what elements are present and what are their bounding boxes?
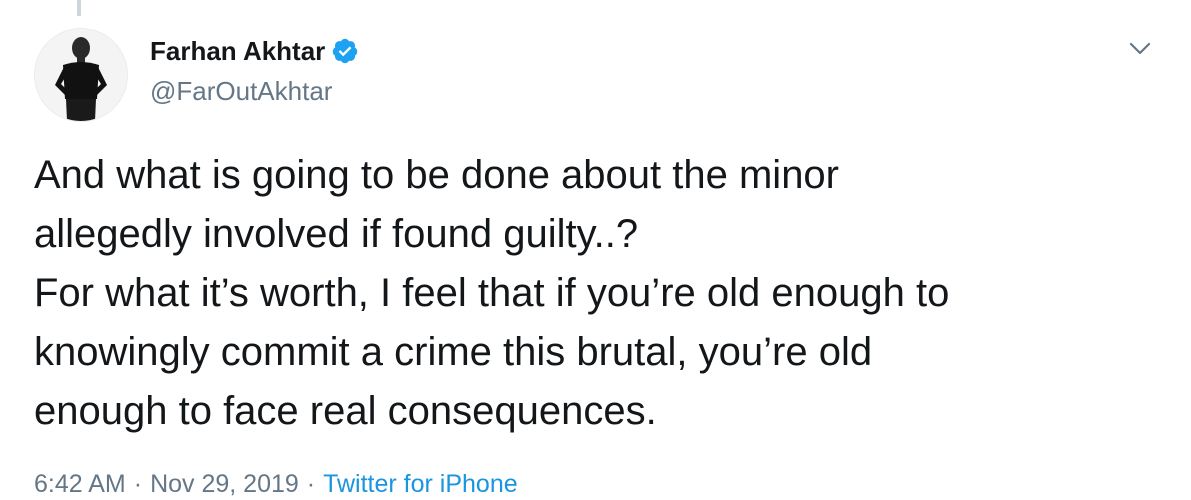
- tweet-menu-button[interactable]: [1123, 32, 1157, 66]
- meta-separator: ·: [306, 470, 316, 498]
- tweet-text: And what is going to be done about the m…: [34, 146, 1164, 441]
- tweet-text-line: For what it’s worth, I feel that if you’…: [34, 271, 950, 315]
- avatar-person-image: [35, 29, 127, 121]
- tweet-text-line: allegedly involved if found guilty..?: [34, 212, 639, 256]
- tweet-text-line: knowingly commit a crime this brutal, yo…: [34, 330, 873, 374]
- avatar[interactable]: [34, 28, 128, 122]
- tweet-source-link[interactable]: Twitter for iPhone: [323, 470, 518, 498]
- tweet-metadata: 6:42 AM · Nov 29, 2019 · Twitter for iPhone: [34, 468, 518, 500]
- thread-connector-line: [77, 0, 81, 16]
- author-handle[interactable]: @FarOutAkhtar: [150, 76, 332, 106]
- author-display-name[interactable]: Farhan Akhtar: [150, 36, 325, 66]
- tweet-text-line: And what is going to be done about the m…: [34, 153, 839, 197]
- tweet-time[interactable]: 6:42 AM: [34, 470, 126, 498]
- author-name-row[interactable]: Farhan Akhtar: [150, 36, 359, 66]
- verified-badge-icon: [331, 37, 359, 65]
- tweet-text-line: enough to face real consequences.: [34, 389, 657, 433]
- tweet-date[interactable]: Nov 29, 2019: [150, 470, 299, 498]
- chevron-down-icon: [1129, 42, 1151, 55]
- meta-separator: ·: [133, 470, 143, 498]
